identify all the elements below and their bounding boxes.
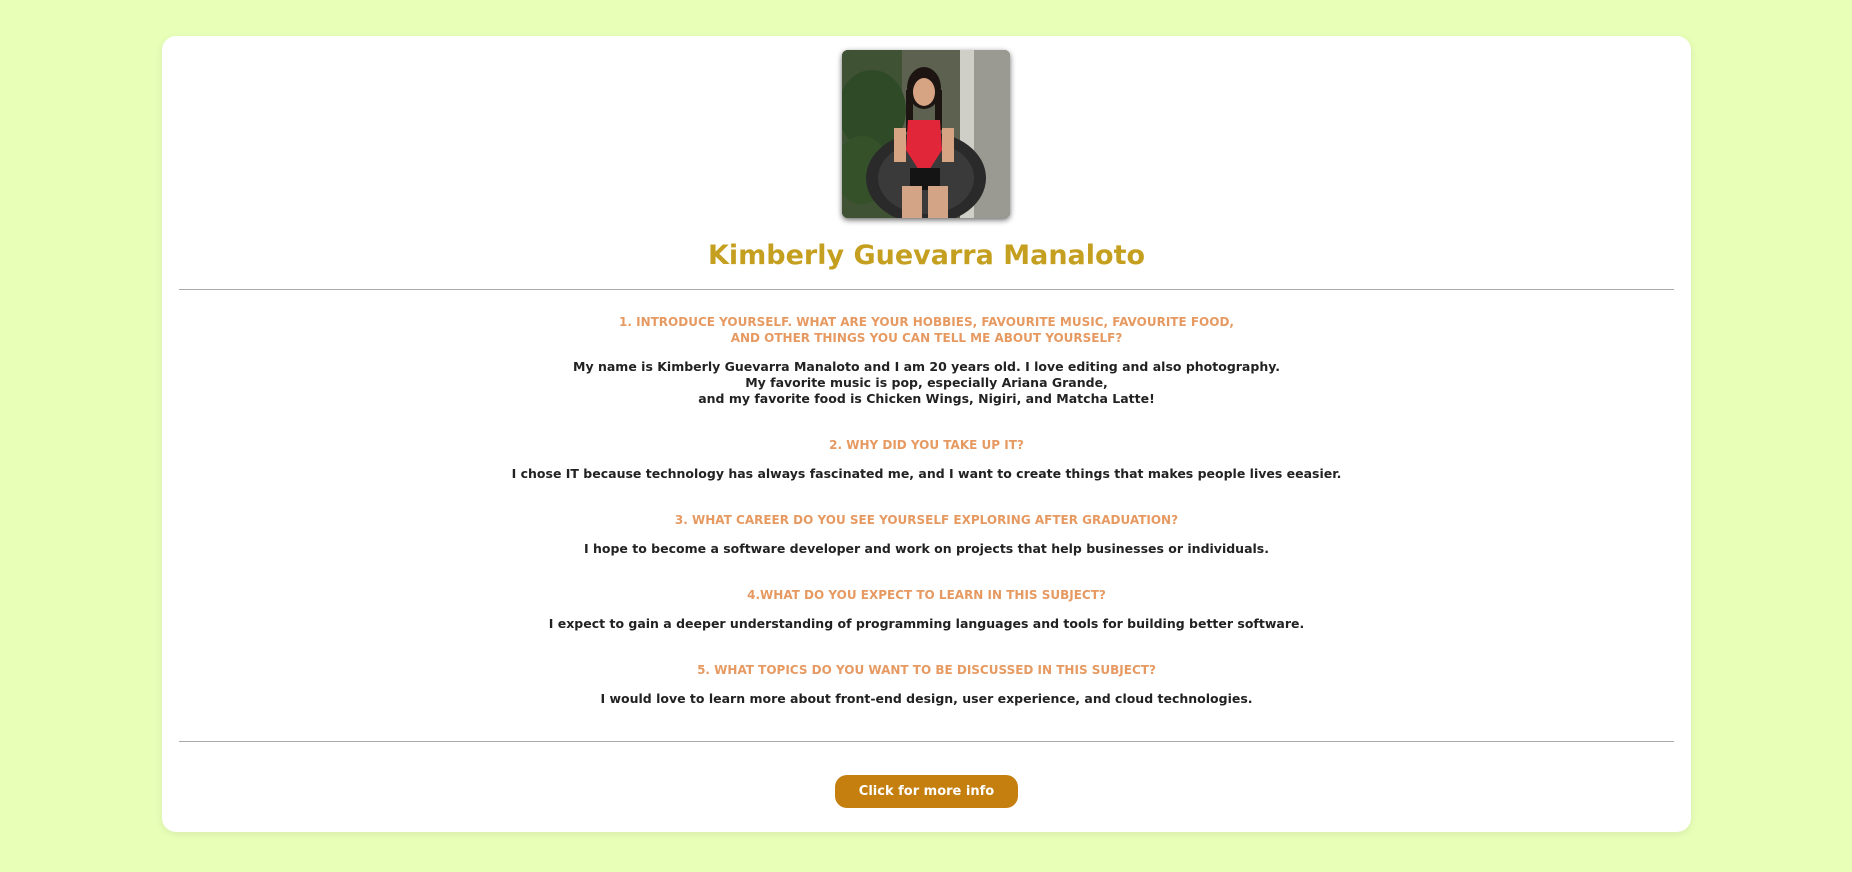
question-2: 2. WHY DID YOU TAKE UP IT?: [829, 438, 1024, 452]
question-1-line-2: AND OTHER THINGS YOU CAN TELL ME ABOUT Y…: [730, 331, 1123, 345]
more-info-button[interactable]: Click for more info: [835, 775, 1018, 808]
answer-1-line-2: My favorite music is pop, especially Ari…: [745, 375, 1108, 390]
top-divider: [179, 289, 1674, 290]
question-1: 1. INTRODUCE YOURSELF. WHAT ARE YOUR HOB…: [162, 314, 1691, 346]
question-1-line-1: 1. INTRODUCE YOURSELF. WHAT ARE YOUR HOB…: [619, 315, 1234, 329]
profile-photo: [842, 50, 1010, 218]
qa-item-5: 5. WHAT TOPICS DO YOU WANT TO BE DISCUSS…: [162, 662, 1691, 707]
qa-item-1: 1. INTRODUCE YOURSELF. WHAT ARE YOUR HOB…: [162, 314, 1691, 407]
question-4: 4.WHAT DO YOU EXPECT TO LEARN IN THIS SU…: [747, 588, 1106, 602]
profile-name: Kimberly Guevarra Manaloto: [707, 240, 1146, 271]
answer-1-line-3: and my favorite food is Chicken Wings, N…: [698, 391, 1155, 406]
answer-1: My name is Kimberly Guevarra Manaloto an…: [162, 359, 1691, 407]
bottom-divider: [179, 741, 1674, 742]
qa-item-3: 3. WHAT CAREER DO YOU SEE YOURSELF EXPLO…: [162, 512, 1691, 557]
profile-photo-illustration: [842, 50, 1010, 218]
question-3: 3. WHAT CAREER DO YOU SEE YOURSELF EXPLO…: [674, 513, 1179, 527]
qa-section: 1. INTRODUCE YOURSELF. WHAT ARE YOUR HOB…: [162, 314, 1691, 737]
answer-4: I expect to gain a deeper understanding …: [548, 616, 1305, 631]
profile-card: Kimberly Guevarra Manaloto 1. INTRODUCE …: [162, 36, 1691, 832]
answer-5: I would love to learn more about front-e…: [600, 691, 1253, 706]
qa-item-2: 2. WHY DID YOU TAKE UP IT? I chose IT be…: [162, 437, 1691, 482]
qa-item-4: 4.WHAT DO YOU EXPECT TO LEARN IN THIS SU…: [162, 587, 1691, 632]
answer-2: I chose IT because technology has always…: [511, 466, 1342, 481]
answer-1-line-1: My name is Kimberly Guevarra Manaloto an…: [573, 359, 1280, 374]
question-5: 5. WHAT TOPICS DO YOU WANT TO BE DISCUSS…: [697, 663, 1156, 677]
answer-3: I hope to become a software developer an…: [583, 541, 1269, 556]
